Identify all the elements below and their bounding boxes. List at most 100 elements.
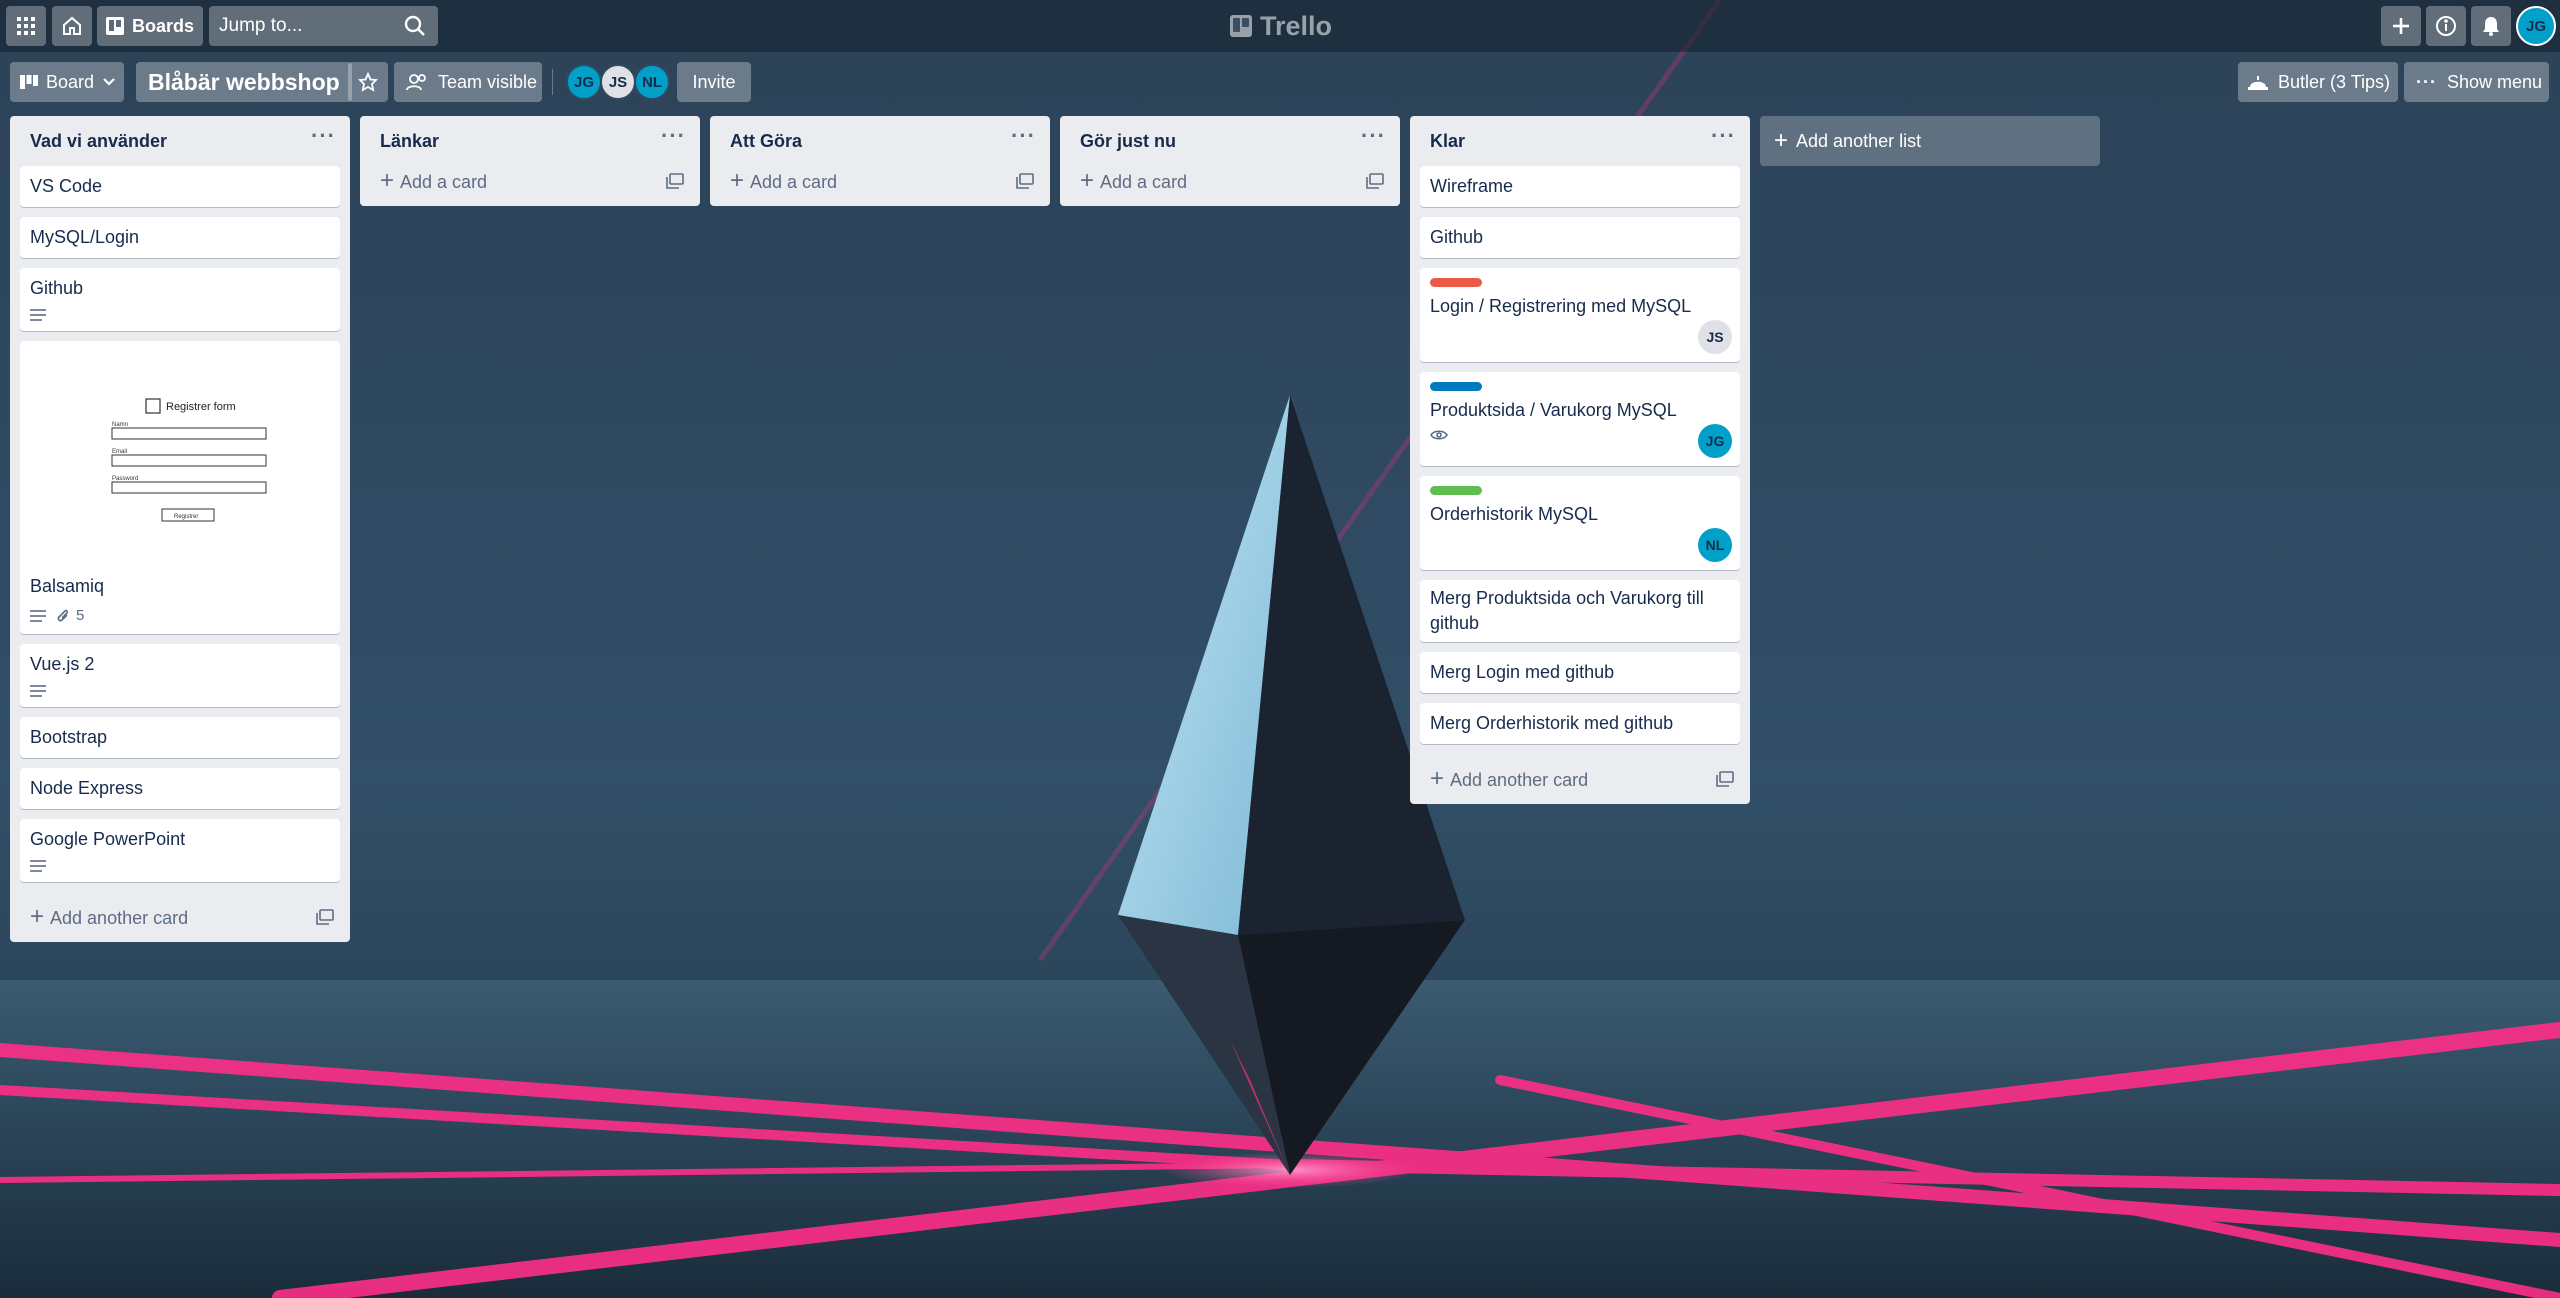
card[interactable]: Registrer form Namn Email Password Regis… [20,341,340,634]
list-title: Att Göra [730,130,802,151]
preview-field-label: Namn [112,422,128,428]
card-label-green[interactable] [1430,486,1482,495]
butler-label: Butler (3 Tips) [2278,71,2391,92]
card-label-red[interactable] [1430,278,1482,287]
card-template-icon[interactable] [1016,173,1034,189]
card[interactable]: Wireframe [1420,166,1740,207]
add-card-button[interactable]: + Add a card [1070,156,1390,206]
card[interactable]: Node Express [20,768,340,809]
card-member-avatar[interactable]: NL [1698,528,1732,562]
add-card-button[interactable]: + Add a card [370,156,690,206]
show-menu-button[interactable]: ··· Show menu [2404,62,2549,102]
card-title: MySQL/Login [30,227,140,247]
trello-logo[interactable]: Trello [1230,10,1332,42]
card[interactable]: Merg Login med github [1420,652,1740,693]
card[interactable]: Produktsida / Varukorg MySQL JG [1420,372,1740,466]
invite-label: Invite [692,71,736,92]
trello-logo-icon [1230,15,1252,37]
user-avatar[interactable]: JG [2516,6,2556,46]
add-list-button[interactable]: + Add another list [1760,116,2100,166]
top-header: Boards Jump to... Trello JG [0,0,2560,52]
list-menu-icon[interactable]: ··· [311,123,336,159]
add-card-button[interactable]: + Add another card [1420,754,1740,804]
list-menu-icon[interactable]: ··· [1361,123,1386,159]
card-title: Balsamiq [30,576,105,596]
apps-grid-icon [17,17,35,35]
card[interactable]: Github [20,268,340,331]
invite-button[interactable]: Invite [677,62,751,102]
card[interactable]: Google PowerPoint [20,819,340,882]
board-view-switcher[interactable]: Board [10,62,124,102]
plus-icon: + [1080,167,1095,194]
member-initials: JS [1706,329,1724,345]
apps-grid-button[interactable] [6,6,46,46]
card[interactable]: Bootstrap [20,717,340,758]
card-badges [1430,429,1730,441]
plus-icon: + [1774,127,1789,154]
member-avatar[interactable]: JS [600,64,636,100]
list-title: Länkar [380,130,440,151]
member-initials: NL [642,73,662,91]
card-member-avatar[interactable]: JS [1698,320,1732,354]
card[interactable]: VS Code [20,166,340,207]
boards-label: Boards [131,15,194,36]
add-card-label: Add a card [400,172,488,192]
info-button[interactable] [2426,6,2466,46]
add-card-button[interactable]: + Add a card [720,156,1040,206]
card-template-icon[interactable] [1366,173,1384,189]
boards-button[interactable]: Boards [97,6,203,46]
home-button[interactable] [52,6,92,46]
card-template-icon[interactable] [666,173,684,189]
search-input[interactable]: Jump to... [209,6,438,46]
list-header[interactable]: Klar ··· [1420,116,1740,166]
card-label-blue[interactable] [1430,382,1482,391]
add-card-label: Add a card [750,172,838,192]
card[interactable]: Merg Orderhistorik med github [1420,703,1740,744]
butler-icon [2248,76,2268,90]
card-member-avatar[interactable]: JG [1698,424,1732,458]
butler-button[interactable]: Butler (3 Tips) [2238,62,2398,102]
visibility-button[interactable]: Team visible [394,62,542,102]
card[interactable]: Vue.js 2 [20,644,340,707]
list-menu-icon[interactable]: ··· [1011,123,1036,159]
list-menu-icon[interactable]: ··· [661,123,686,159]
card[interactable]: Github [1420,217,1740,258]
preview-form-title: Registrer form [166,401,236,413]
card-title: Merg Produktsida och Varukorg till githu… [1430,588,1704,633]
card[interactable]: MySQL/Login [20,217,340,258]
star-button[interactable] [348,62,388,102]
card-title: Vue.js 2 [30,654,95,674]
card-title: Github [30,278,84,298]
board-view-icon [20,75,38,89]
list-title: Klar [1430,130,1466,151]
notifications-button[interactable] [2471,6,2511,46]
card-title: Produktsida / Varukorg MySQL [1430,400,1677,420]
list-menu-icon[interactable]: ··· [1711,123,1736,159]
preview-field-label: Email [112,449,127,455]
member-avatar[interactable]: NL [634,64,670,100]
card[interactable]: Orderhistorik MySQL NL [1420,476,1740,570]
card-template-icon[interactable] [1716,771,1734,787]
watching-eye-icon [1430,430,1448,440]
description-icon [30,685,46,697]
member-initials: NL [1705,537,1725,553]
card[interactable]: Merg Produktsida och Varukorg till githu… [1420,580,1740,642]
add-card-label: Add another card [50,908,189,928]
card-title: Merg Orderhistorik med github [1430,713,1674,733]
create-button[interactable] [2381,6,2421,46]
member-avatar[interactable]: JG [566,64,602,100]
list-klar: Klar ··· Wireframe Github Login / Regist… [1410,116,1750,804]
add-card-button[interactable]: + Add another card [20,892,340,942]
list-att-gora: Att Göra ··· + Add a card [710,116,1050,206]
board-title[interactable]: Blåbär webbshop [136,62,352,102]
card-badges: 5 [30,607,330,624]
search-placeholder: Jump to... [219,15,303,36]
card-template-icon[interactable] [316,909,334,925]
wireframe-preview: Registrer form Namn Email Password Regis… [111,397,267,521]
list-header[interactable]: Vad vi använder ··· [20,116,340,166]
add-card-label: Add another card [1450,770,1589,790]
card[interactable]: Login / Registrering med MySQL JS [1420,268,1740,362]
member-initials: JG [573,73,594,91]
card-badges [30,860,330,872]
member-initials: JG [1705,433,1725,449]
